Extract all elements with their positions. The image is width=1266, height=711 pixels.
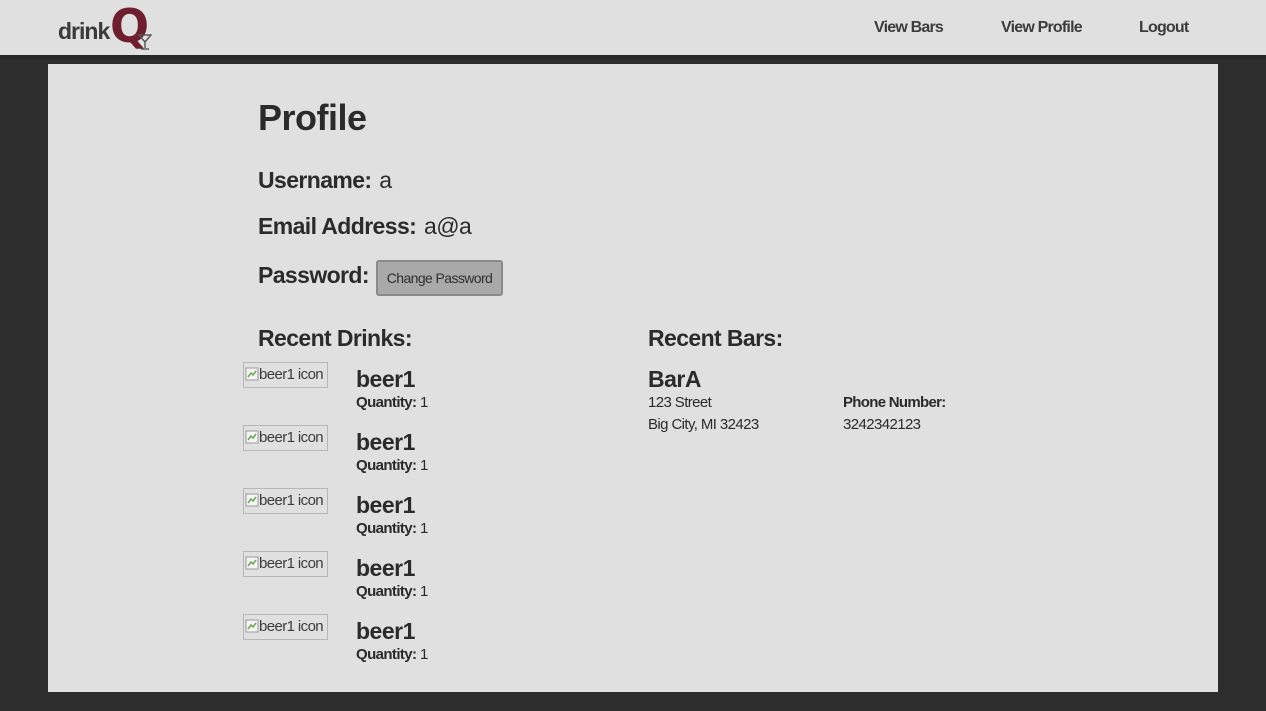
broken-image-icon [245, 367, 259, 381]
drink-image: beer1 icon [243, 488, 328, 514]
username-label: Username: [258, 167, 372, 193]
main-content: Profile Username: a Email Address: a@a P… [48, 64, 1218, 692]
recent-bars-title: Recent Bars: [648, 325, 783, 351]
drink-image: beer1 icon [243, 362, 328, 388]
drink-name: beer1 [356, 492, 415, 518]
drink-quantity: Quantity: 1 [356, 583, 428, 600]
quantity-value: 1 [420, 520, 428, 537]
drink-image-alt: beer1 icon [259, 492, 324, 509]
nav-logout[interactable]: Logout [1139, 19, 1189, 37]
drink-item: beer1 icon beer1 Quantity: 1 [243, 425, 543, 485]
drink-image-alt: beer1 icon [259, 555, 324, 572]
quantity-value: 1 [420, 457, 428, 474]
bar-address-line2: Big City, MI 32423 [648, 416, 759, 433]
navbar: drink Q View Bars View Profile Logout [0, 0, 1266, 59]
username-value: a [379, 167, 392, 193]
recent-drinks-title: Recent Drinks: [258, 325, 413, 351]
change-password-button[interactable]: Change Password [376, 260, 503, 296]
email-value: a@a [424, 213, 472, 239]
broken-image-icon [245, 430, 259, 444]
drink-quantity: Quantity: 1 [356, 520, 428, 537]
bar-address-line1: 123 Street [648, 394, 712, 411]
drink-name: beer1 [356, 618, 415, 644]
drink-image-alt: beer1 icon [259, 429, 324, 446]
quantity-label: Quantity: [356, 646, 417, 663]
drink-image: beer1 icon [243, 551, 328, 577]
drink-item: beer1 icon beer1 Quantity: 1 [243, 551, 543, 611]
drink-name: beer1 [356, 429, 415, 455]
drink-quantity: Quantity: 1 [356, 457, 428, 474]
broken-image-icon [245, 556, 259, 570]
drink-image-alt: beer1 icon [259, 618, 324, 635]
drink-item: beer1 icon beer1 Quantity: 1 [243, 614, 543, 674]
quantity-label: Quantity: [356, 583, 417, 600]
broken-image-icon [245, 493, 259, 507]
drink-quantity: Quantity: 1 [356, 646, 428, 663]
logo-text: drink [58, 18, 110, 44]
bar-phone-label: Phone Number: [843, 394, 946, 411]
drink-image-alt: beer1 icon [259, 366, 324, 383]
bar-phone-value: 3242342123 [843, 416, 921, 433]
broken-image-icon [245, 619, 259, 633]
quantity-label: Quantity: [356, 520, 417, 537]
page-title: Profile [258, 97, 367, 138]
drink-item: beer1 icon beer1 Quantity: 1 [243, 362, 543, 422]
email-label: Email Address: [258, 213, 417, 239]
username-row: Username: a [258, 167, 392, 194]
logo[interactable]: drink Q [58, 0, 158, 54]
bar-name[interactable]: BarA [648, 366, 701, 393]
nav-view-profile[interactable]: View Profile [1001, 19, 1083, 37]
drink-quantity: Quantity: 1 [356, 394, 428, 411]
password-label: Password: [258, 262, 370, 288]
drink-name: beer1 [356, 366, 415, 392]
martini-glass-icon [138, 34, 152, 50]
drink-name: beer1 [356, 555, 415, 581]
quantity-label: Quantity: [356, 457, 417, 474]
email-row: Email Address: a@a [258, 213, 472, 240]
quantity-value: 1 [420, 394, 428, 411]
drink-image: beer1 icon [243, 425, 328, 451]
password-row: Password: [258, 262, 370, 289]
quantity-value: 1 [420, 583, 428, 600]
quantity-value: 1 [420, 646, 428, 663]
drink-item: beer1 icon beer1 Quantity: 1 [243, 488, 543, 548]
quantity-label: Quantity: [356, 394, 417, 411]
nav-view-bars[interactable]: View Bars [874, 19, 944, 37]
drink-image: beer1 icon [243, 614, 328, 640]
